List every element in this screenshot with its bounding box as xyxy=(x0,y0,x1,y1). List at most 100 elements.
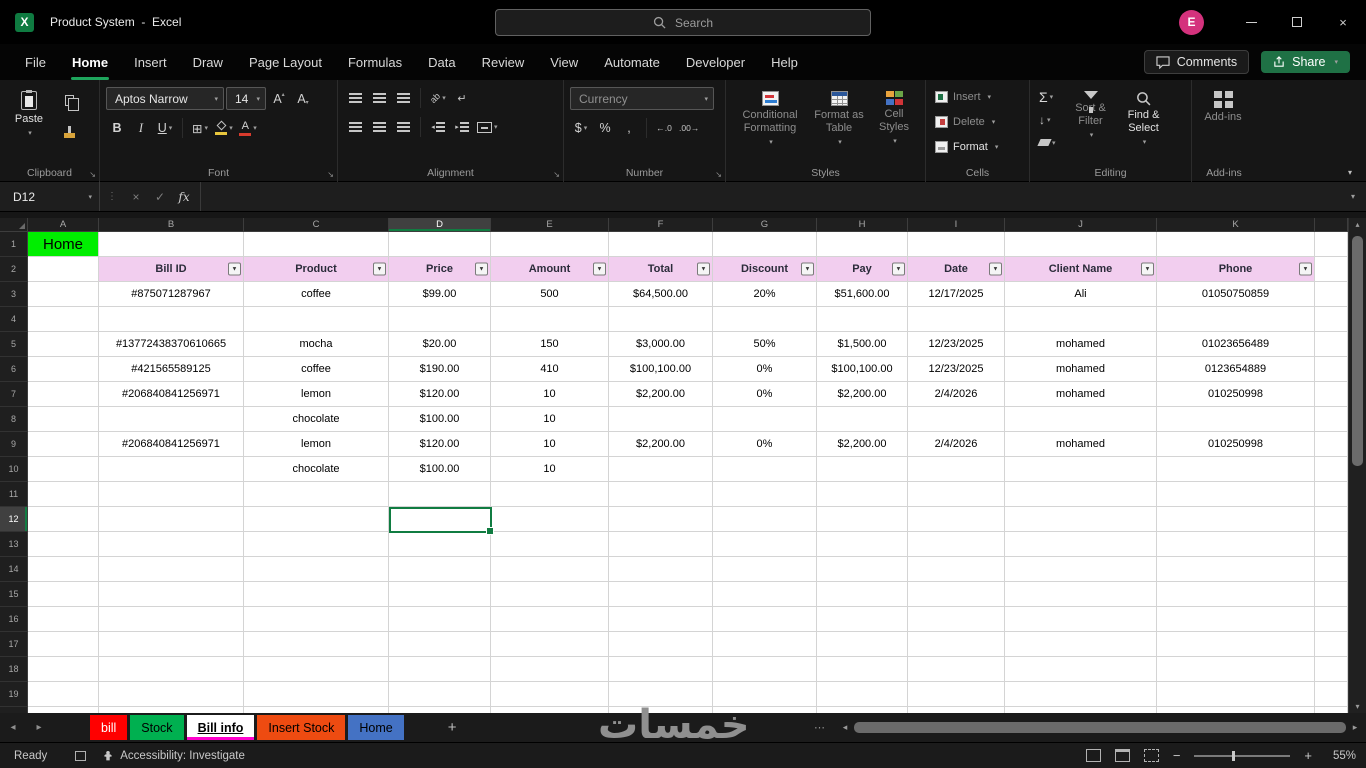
cell-A5[interactable] xyxy=(28,332,99,357)
cell-I4[interactable] xyxy=(908,307,1005,332)
cell-I3[interactable]: 12/17/2025 xyxy=(908,282,1005,307)
ribbon-tab-help[interactable]: Help xyxy=(758,44,811,80)
cell-B11[interactable] xyxy=(99,482,244,507)
cell-G12[interactable] xyxy=(713,507,817,532)
cell-J15[interactable] xyxy=(1005,582,1157,607)
cell-filler[interactable] xyxy=(1315,482,1348,507)
cell-E11[interactable] xyxy=(491,482,609,507)
cell-H10[interactable] xyxy=(817,457,908,482)
cell-G14[interactable] xyxy=(713,557,817,582)
cell-K13[interactable] xyxy=(1157,532,1315,557)
column-header-C[interactable]: C xyxy=(244,218,389,232)
table-header-cell-C2[interactable]: Product ▼ xyxy=(244,257,389,282)
cell-J10[interactable] xyxy=(1005,457,1157,482)
cell-H16[interactable] xyxy=(817,607,908,632)
cell-filler[interactable] xyxy=(1315,307,1348,332)
cell-C18[interactable] xyxy=(244,657,389,682)
cell-A19[interactable] xyxy=(28,682,99,707)
cell-C5[interactable]: mocha xyxy=(244,332,389,357)
cell-J16[interactable] xyxy=(1005,607,1157,632)
format-cells-button[interactable]: Format ▾ xyxy=(932,137,1001,157)
cell-D6[interactable]: $190.00 xyxy=(389,357,491,382)
autosum-button[interactable]: Σ ▾ xyxy=(1036,87,1059,106)
cell-H6[interactable]: $100,100.00 xyxy=(817,357,908,382)
cell-G6[interactable]: 0% xyxy=(713,357,817,382)
cell-B9[interactable]: #206840841256971 xyxy=(99,432,244,457)
cell-filler[interactable] xyxy=(1315,507,1348,532)
cell-E3[interactable]: 500 xyxy=(491,282,609,307)
cell-C1[interactable] xyxy=(244,232,389,257)
delete-cells-button[interactable]: Delete ▾ xyxy=(932,112,1001,132)
row-header-4[interactable]: 4 xyxy=(0,307,28,332)
cell-J4[interactable] xyxy=(1005,307,1157,332)
percent-style-button[interactable]: % xyxy=(594,117,616,139)
cell-C11[interactable] xyxy=(244,482,389,507)
comma-style-button[interactable]: , xyxy=(618,117,640,139)
cell-H5[interactable]: $1,500.00 xyxy=(817,332,908,357)
cell-filler[interactable] xyxy=(1315,332,1348,357)
filter-button[interactable]: ▼ xyxy=(697,262,710,276)
cell-C17[interactable] xyxy=(244,632,389,657)
align-center-button[interactable] xyxy=(368,116,390,138)
column-header-D[interactable]: D xyxy=(389,218,491,232)
cell-E19[interactable] xyxy=(491,682,609,707)
cell-E10[interactable]: 10 xyxy=(491,457,609,482)
cell-B6[interactable]: #421565589125 xyxy=(99,357,244,382)
cell-F6[interactable]: $100,100.00 xyxy=(609,357,713,382)
shrink-font-button[interactable]: A ▾ xyxy=(292,88,314,110)
cell-K10[interactable] xyxy=(1157,457,1315,482)
cell-F9[interactable]: $2,200.00 xyxy=(609,432,713,457)
cell-filler[interactable] xyxy=(1315,257,1348,282)
home-link-cell[interactable]: Home xyxy=(28,232,99,257)
cell-I5[interactable]: 12/23/2025 xyxy=(908,332,1005,357)
cell-J18[interactable] xyxy=(1005,657,1157,682)
cell-K15[interactable] xyxy=(1157,582,1315,607)
cell-B7[interactable]: #206840841256971 xyxy=(99,382,244,407)
cell-C6[interactable]: coffee xyxy=(244,357,389,382)
avatar[interactable]: E xyxy=(1179,9,1204,35)
format-as-table-button[interactable]: Format as Table ▾ xyxy=(808,87,870,146)
row-header-19[interactable]: 19 xyxy=(0,682,28,707)
cell-A8[interactable] xyxy=(28,407,99,432)
orientation-button[interactable]: ab ▾ xyxy=(427,87,449,109)
cell-G3[interactable]: 20% xyxy=(713,282,817,307)
cell-A9[interactable] xyxy=(28,432,99,457)
insert-function-button[interactable]: fx xyxy=(172,190,196,204)
cell-I16[interactable] xyxy=(908,607,1005,632)
row-header-2[interactable]: 2 xyxy=(0,257,28,282)
cell-A16[interactable] xyxy=(28,607,99,632)
scroll-down-icon[interactable]: ▾ xyxy=(1349,702,1366,711)
filter-button[interactable]: ▼ xyxy=(989,262,1002,276)
column-header-A[interactable]: A xyxy=(28,218,99,232)
row-header-13[interactable]: 13 xyxy=(0,532,28,557)
ribbon-tab-home[interactable]: Home xyxy=(59,44,121,80)
cell-I10[interactable] xyxy=(908,457,1005,482)
row-header-1[interactable]: 1 xyxy=(0,232,28,257)
cell-H9[interactable]: $2,200.00 xyxy=(817,432,908,457)
cell-E13[interactable] xyxy=(491,532,609,557)
ribbon-tab-file[interactable]: File xyxy=(12,44,59,80)
scroll-left-icon[interactable]: ◂ xyxy=(838,722,852,733)
cell-I17[interactable] xyxy=(908,632,1005,657)
cell-C8[interactable]: chocolate xyxy=(244,407,389,432)
ribbon-tab-draw[interactable]: Draw xyxy=(180,44,236,80)
vertical-scrollbar[interactable]: ▴ ▾ xyxy=(1348,218,1366,713)
cell-filler[interactable] xyxy=(1315,632,1348,657)
filter-button[interactable]: ▼ xyxy=(593,262,606,276)
cell-G18[interactable] xyxy=(713,657,817,682)
row-header-16[interactable]: 16 xyxy=(0,607,28,632)
dialog-launcher-icon[interactable]: ↘ xyxy=(89,170,96,179)
cell-K7[interactable]: 010250998 xyxy=(1157,382,1315,407)
zoom-slider-thumb[interactable] xyxy=(1232,750,1236,761)
dialog-launcher-icon[interactable]: ↘ xyxy=(553,170,560,179)
cell-B1[interactable] xyxy=(99,232,244,257)
cell-B12[interactable] xyxy=(99,507,244,532)
cell-H13[interactable] xyxy=(817,532,908,557)
increase-indent-button[interactable]: ▸ xyxy=(451,116,473,138)
cell-G13[interactable] xyxy=(713,532,817,557)
row-header-9[interactable]: 9 xyxy=(0,432,28,457)
cell-A15[interactable] xyxy=(28,582,99,607)
horizontal-scrollbar[interactable]: ◂ ▸ xyxy=(838,717,1362,738)
cell-B3[interactable]: #875071287967 xyxy=(99,282,244,307)
cell-I6[interactable]: 12/23/2025 xyxy=(908,357,1005,382)
